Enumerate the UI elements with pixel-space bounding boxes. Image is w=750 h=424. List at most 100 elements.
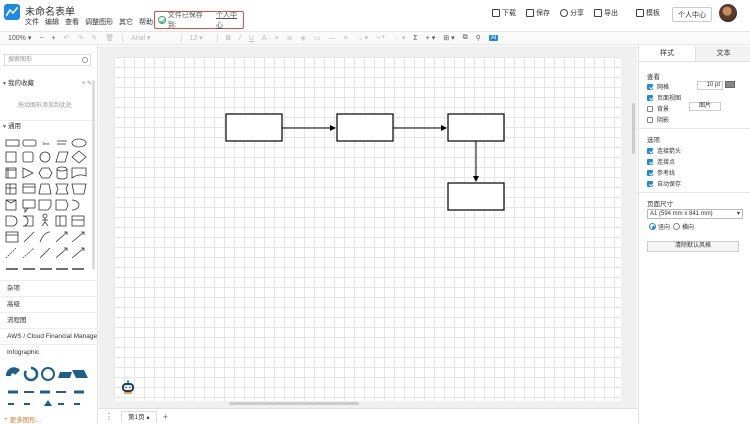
canvas-horizontal-scrollbar[interactable] <box>229 402 359 405</box>
category-misc[interactable]: 杂项 <box>0 280 98 296</box>
font-size-select[interactable]: 12 ▾ <box>190 34 203 42</box>
option-background[interactable]: 背景 <box>647 104 669 113</box>
reset-default-style-button[interactable]: 清除默认风格 <box>647 241 739 252</box>
process-box-1[interactable] <box>225 113 283 142</box>
format-panel-icon[interactable]: ⧉ <box>463 34 468 42</box>
panel-divider <box>639 192 750 193</box>
page-tab-label: 第1页 <box>128 413 145 421</box>
grid-size-input[interactable]: 10 pt <box>697 81 723 90</box>
page-tab-1[interactable]: 第1页 ▴ <box>121 410 157 423</box>
format-panel: 样式 文本 查看 网格 10 pt 页面视图 背景 图片 阴影 选项 连接箭头 … <box>638 46 750 424</box>
paper-size-select[interactable]: A1 (594 mm x 841 mm) ▾ <box>647 209 743 219</box>
category-aws[interactable]: AWS / Cloud Financial Manage <box>0 328 98 344</box>
orientation-portrait-radio[interactable]: 竖向 <box>649 222 670 231</box>
background-image-button[interactable]: 图片 <box>689 102 721 111</box>
personal-center-button[interactable]: 个人中心 <box>672 7 712 22</box>
document-title[interactable]: 未命名表单 <box>25 3 75 18</box>
sidebar-scrollbar[interactable] <box>92 80 95 270</box>
text-color-icon[interactable]: A <box>262 35 267 42</box>
favorites-tools[interactable]: + ✎ <box>82 78 92 90</box>
process-box-4[interactable] <box>447 182 505 211</box>
option-guides[interactable]: 参考线 <box>647 168 675 177</box>
general-shape-palette[interactable]: Text <box>4 136 90 276</box>
shape-search-input[interactable]: 搜索图形 <box>4 54 91 66</box>
tab-style[interactable]: 样式 <box>639 46 695 61</box>
zoom-select[interactable]: 100% ▾ <box>8 34 31 42</box>
option-shadow[interactable]: 阴影 <box>647 115 669 124</box>
grid-color-swatch[interactable] <box>725 81 735 88</box>
underline-icon[interactable]: U <box>249 35 254 42</box>
share-button[interactable]: 分享 <box>560 8 584 18</box>
line-style-icon[interactable]: — <box>329 35 336 42</box>
line-width-icon[interactable]: ≡ <box>344 35 348 42</box>
option-grid[interactable]: 网格 <box>647 82 669 91</box>
font-family-value: Arial <box>131 35 146 42</box>
diagram-canvas[interactable] <box>99 46 637 408</box>
orientation-landscape-radio[interactable]: 横向 <box>673 222 694 231</box>
download-button[interactable]: 下载 <box>492 8 516 18</box>
toolbar-divider <box>216 34 218 42</box>
undo-icon[interactable]: ↶ <box>64 34 70 42</box>
table-icon[interactable]: ⊞ ▾ <box>443 34 454 42</box>
line-color-icon[interactable]: ▭ <box>314 34 321 42</box>
menu-help[interactable]: 帮助 <box>139 17 153 27</box>
option-connection-arrows[interactable]: 连接箭头 <box>647 146 681 155</box>
favorites-header[interactable]: ▼ 我的收藏 + ✎ <box>0 78 98 90</box>
ai-button[interactable]: AI <box>488 35 499 41</box>
italic-icon[interactable]: I <box>239 35 241 42</box>
format-painter-icon[interactable]: ✎ <box>91 34 97 42</box>
option-label: 页面视图 <box>657 96 682 102</box>
connector-style-icon[interactable]: → ▾ <box>356 34 368 42</box>
zoom-out-icon[interactable]: − <box>39 35 43 42</box>
align-icon[interactable]: ≡ <box>275 35 279 42</box>
menu-view[interactable]: 查看 <box>65 17 79 27</box>
template-button[interactable]: 模板 <box>636 8 660 18</box>
ai-assistant-robot-icon[interactable] <box>120 379 136 395</box>
link-icon[interactable]: ⚲ <box>476 34 481 42</box>
option-autosave[interactable]: 自动保存 <box>647 179 681 188</box>
chevron-down-icon: ▾ <box>736 211 740 217</box>
redo-icon[interactable]: ↷ <box>77 34 83 42</box>
pages-menu-icon[interactable]: ⋮ <box>105 412 113 421</box>
add-page-icon[interactable]: + <box>163 412 168 422</box>
delete-icon[interactable]: 🗑 <box>105 34 114 42</box>
process-box-2[interactable] <box>336 113 394 142</box>
valign-icon[interactable]: ≣ <box>287 34 293 42</box>
waypoint-icon[interactable]: ⤷ ▾ <box>376 34 385 42</box>
category-flowchart[interactable]: 流程图 <box>0 312 98 328</box>
more-shapes-button[interactable]: + 更多图形... <box>4 414 41 424</box>
menu-arrange[interactable]: 调整图形 <box>85 17 113 27</box>
search-icon[interactable] <box>82 57 88 63</box>
line-end-icon[interactable]: → ▾ <box>393 34 405 42</box>
option-label: 网格 <box>657 85 670 91</box>
app-logo-icon[interactable] <box>4 4 20 20</box>
option-page-view[interactable]: 页面视图 <box>647 93 681 102</box>
save-location-link[interactable]: 个人中心 <box>216 10 243 30</box>
option-connection-points[interactable]: 连接点 <box>647 157 675 166</box>
category-advanced[interactable]: 高级 <box>0 296 98 312</box>
checkbox-icon <box>647 169 653 176</box>
tab-text[interactable]: 文本 <box>695 46 750 61</box>
general-header[interactable]: ▼ 通用 <box>0 120 98 132</box>
bold-icon[interactable]: B <box>226 35 231 42</box>
paper-size-section-title: 页面尺寸 <box>647 201 673 208</box>
sigma-icon[interactable]: Σ <box>413 35 417 42</box>
save-button[interactable]: 保存 <box>526 8 550 18</box>
menu-edit[interactable]: 编辑 <box>45 17 59 27</box>
category-infographic[interactable]: Infographic <box>0 344 98 360</box>
process-box-3[interactable] <box>447 113 505 142</box>
save-status-box: 文件已保存到: 个人中心 <box>154 11 244 29</box>
canvas-vertical-scrollbar[interactable] <box>632 103 635 154</box>
paper-size-value: A1 (594 mm x 841 mm) <box>650 211 713 217</box>
menu-file[interactable]: 文件 <box>25 17 39 27</box>
infographic-shape-palette[interactable] <box>4 364 90 410</box>
zoom-in-icon[interactable]: + <box>51 35 55 42</box>
insert-icon[interactable]: + ▾ <box>426 34 436 42</box>
export-button[interactable]: 导出 <box>594 8 618 18</box>
checkbox-icon <box>647 105 653 112</box>
avatar[interactable] <box>719 4 737 22</box>
font-family-select[interactable]: Arial ▾ <box>131 34 150 42</box>
menu-extras[interactable]: 其它 <box>119 17 133 27</box>
option-label: 连接箭头 <box>657 149 682 155</box>
fill-color-icon[interactable]: ◈ <box>301 34 306 42</box>
